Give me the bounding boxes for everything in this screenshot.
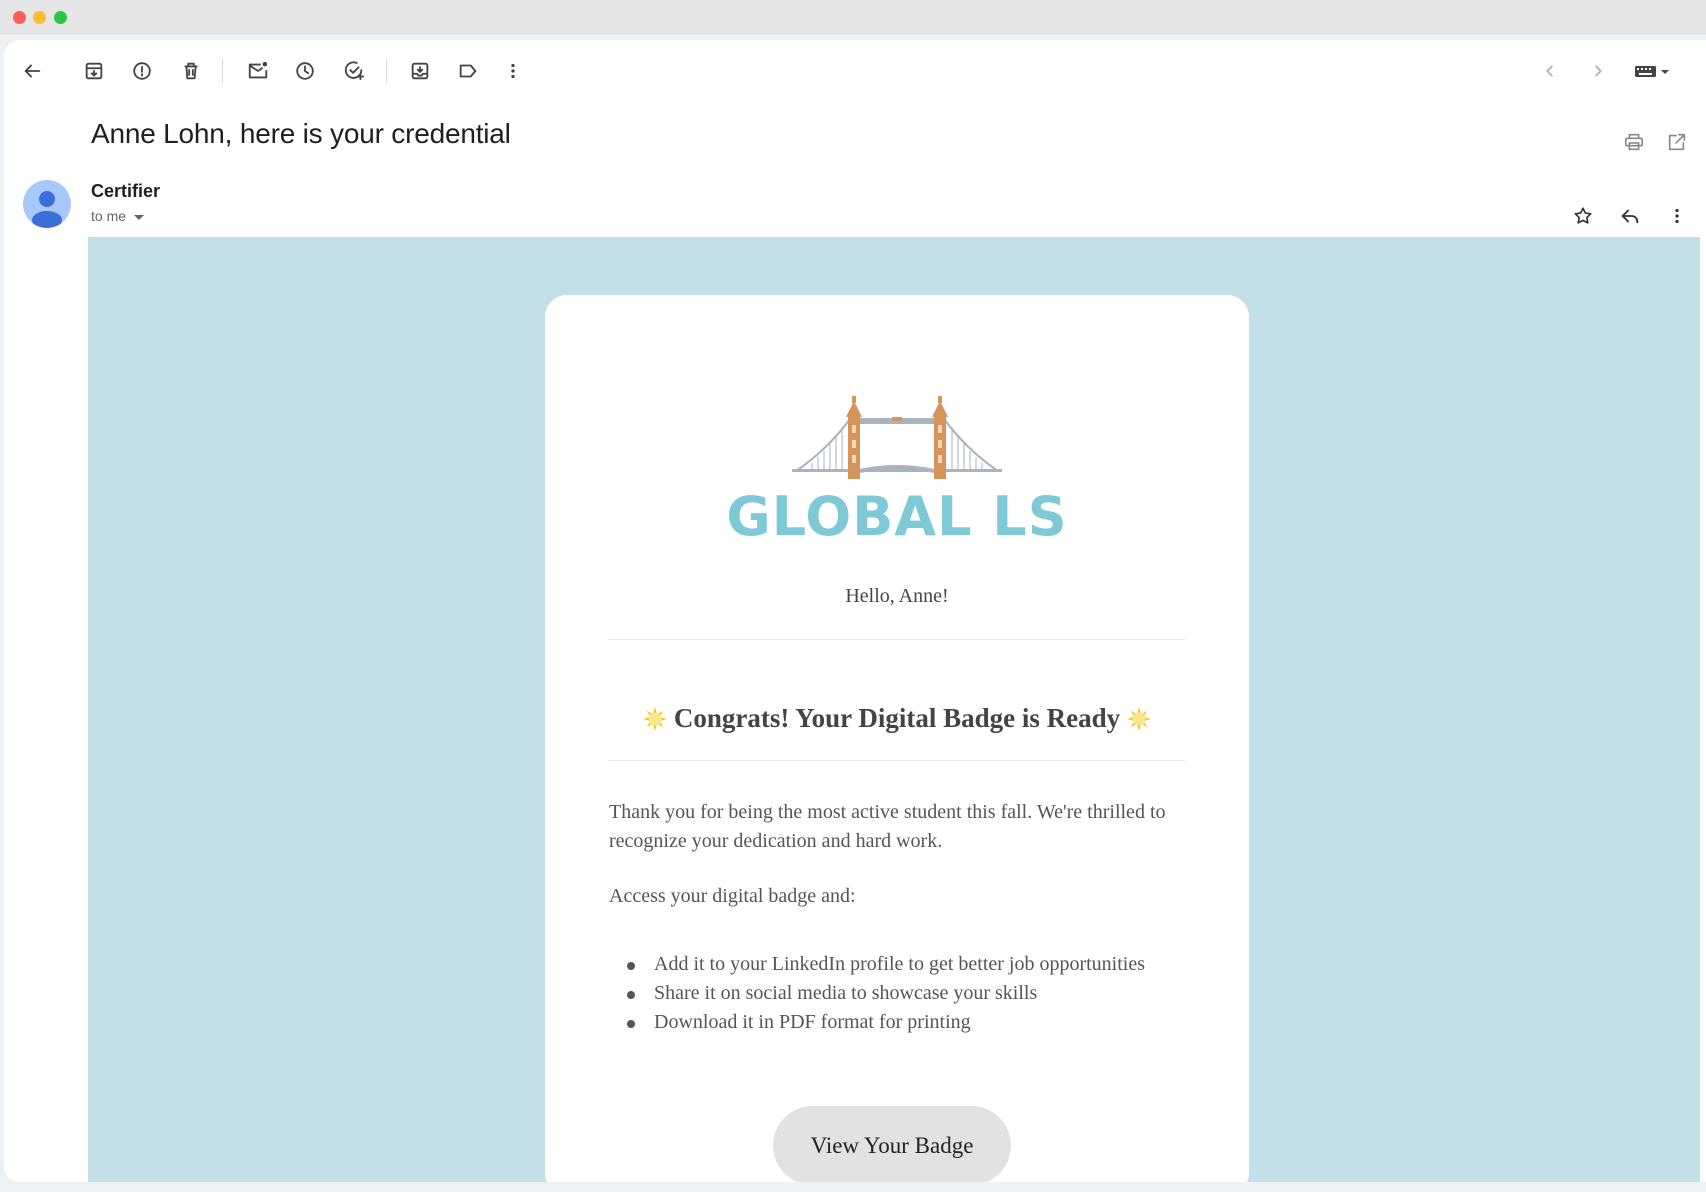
report-spam-icon (133, 62, 151, 80)
view-badge-button[interactable]: View Your Badge (773, 1106, 1011, 1182)
star-icon (1574, 207, 1592, 224)
print-all-button[interactable] (1617, 125, 1651, 159)
reply-button[interactable] (1613, 199, 1647, 233)
more-vert-icon (511, 63, 515, 79)
snooze-icon (296, 62, 314, 80)
labels-button[interactable] (451, 54, 485, 88)
minimize-window-button[interactable] (33, 11, 46, 24)
sun-emoji-icon (1127, 706, 1152, 731)
archive-icon (85, 62, 103, 80)
intro-paragraph: Thank you for being the most active stud… (609, 801, 1166, 852)
sender-name[interactable]: Certifier (91, 181, 160, 202)
print-icon (1624, 133, 1644, 151)
recipient-label: to me (91, 208, 127, 224)
older-message-button[interactable] (1581, 54, 1615, 88)
greeting: Hello, Anne! (845, 585, 949, 607)
email-body: GLOBAL LS Hello, Anne! Congrats! Your Di… (88, 237, 1700, 1182)
star-button[interactable] (1566, 199, 1600, 233)
archive-button[interactable] (77, 54, 111, 88)
window-titlebar (0, 0, 1706, 34)
recipient-details-toggle[interactable]: to me (91, 208, 145, 224)
close-window-button[interactable] (13, 11, 26, 24)
delete-icon (184, 62, 198, 80)
brand-name: GLOBAL LS (726, 485, 1068, 548)
message-more-button[interactable] (1660, 199, 1694, 233)
add-task-icon (344, 61, 365, 81)
email-card: GLOBAL LS Hello, Anne! Congrats! Your Di… (545, 295, 1249, 1182)
more-vert-icon (1675, 208, 1679, 224)
headline: Congrats! Your Digital Badge is Ready (609, 703, 1185, 734)
list-item: Download it in PDF format for printing (609, 1008, 1169, 1037)
sun-emoji-icon (642, 706, 667, 731)
report-spam-button[interactable] (125, 54, 159, 88)
chevron-right-icon (1595, 65, 1603, 77)
mark-unread-button[interactable] (241, 54, 275, 88)
move-to-icon (411, 62, 429, 80)
open-in-new-window-icon (1668, 133, 1686, 151)
access-paragraph: Access your digital badge and: (609, 885, 856, 907)
toolbar-divider (222, 59, 223, 83)
mark-unread-icon (248, 61, 268, 79)
delete-button[interactable] (174, 54, 208, 88)
sender-avatar[interactable] (23, 180, 71, 228)
benefits-list: Add it to your LinkedIn profile to get b… (609, 950, 1169, 1037)
label-icon (459, 64, 477, 78)
tower-bridge-icon (792, 396, 1002, 479)
toolbar-divider (386, 59, 387, 83)
divider (609, 760, 1185, 761)
more-options-button[interactable] (496, 54, 530, 88)
reply-icon (1621, 209, 1639, 224)
list-item: Share it on social media to showcase you… (609, 979, 1169, 1008)
move-to-button[interactable] (403, 54, 437, 88)
chevron-left-icon (1545, 65, 1553, 77)
brand-logo: GLOBAL LS (545, 395, 1249, 555)
maximize-window-button[interactable] (54, 11, 67, 24)
snooze-button[interactable] (288, 54, 322, 88)
message-toolbar (4, 40, 1706, 100)
chevron-down-icon (134, 214, 145, 220)
list-item: Add it to your LinkedIn profile to get b… (609, 950, 1169, 979)
headline-text: Congrats! Your Digital Badge is Ready (673, 703, 1121, 733)
back-arrow-icon (24, 64, 41, 78)
open-new-window-button[interactable] (1660, 125, 1694, 159)
divider (609, 639, 1185, 640)
back-button[interactable] (15, 54, 49, 88)
email-subject: Anne Lohn, here is your credential (91, 118, 511, 149)
input-tools-button[interactable] (1624, 54, 1680, 88)
newer-message-button[interactable] (1533, 54, 1567, 88)
add-task-button[interactable] (337, 54, 371, 88)
person-icon (32, 191, 62, 228)
keyboard-icon (1635, 66, 1669, 77)
mail-app: Anne Lohn, here is your credential Certi… (4, 40, 1706, 1182)
